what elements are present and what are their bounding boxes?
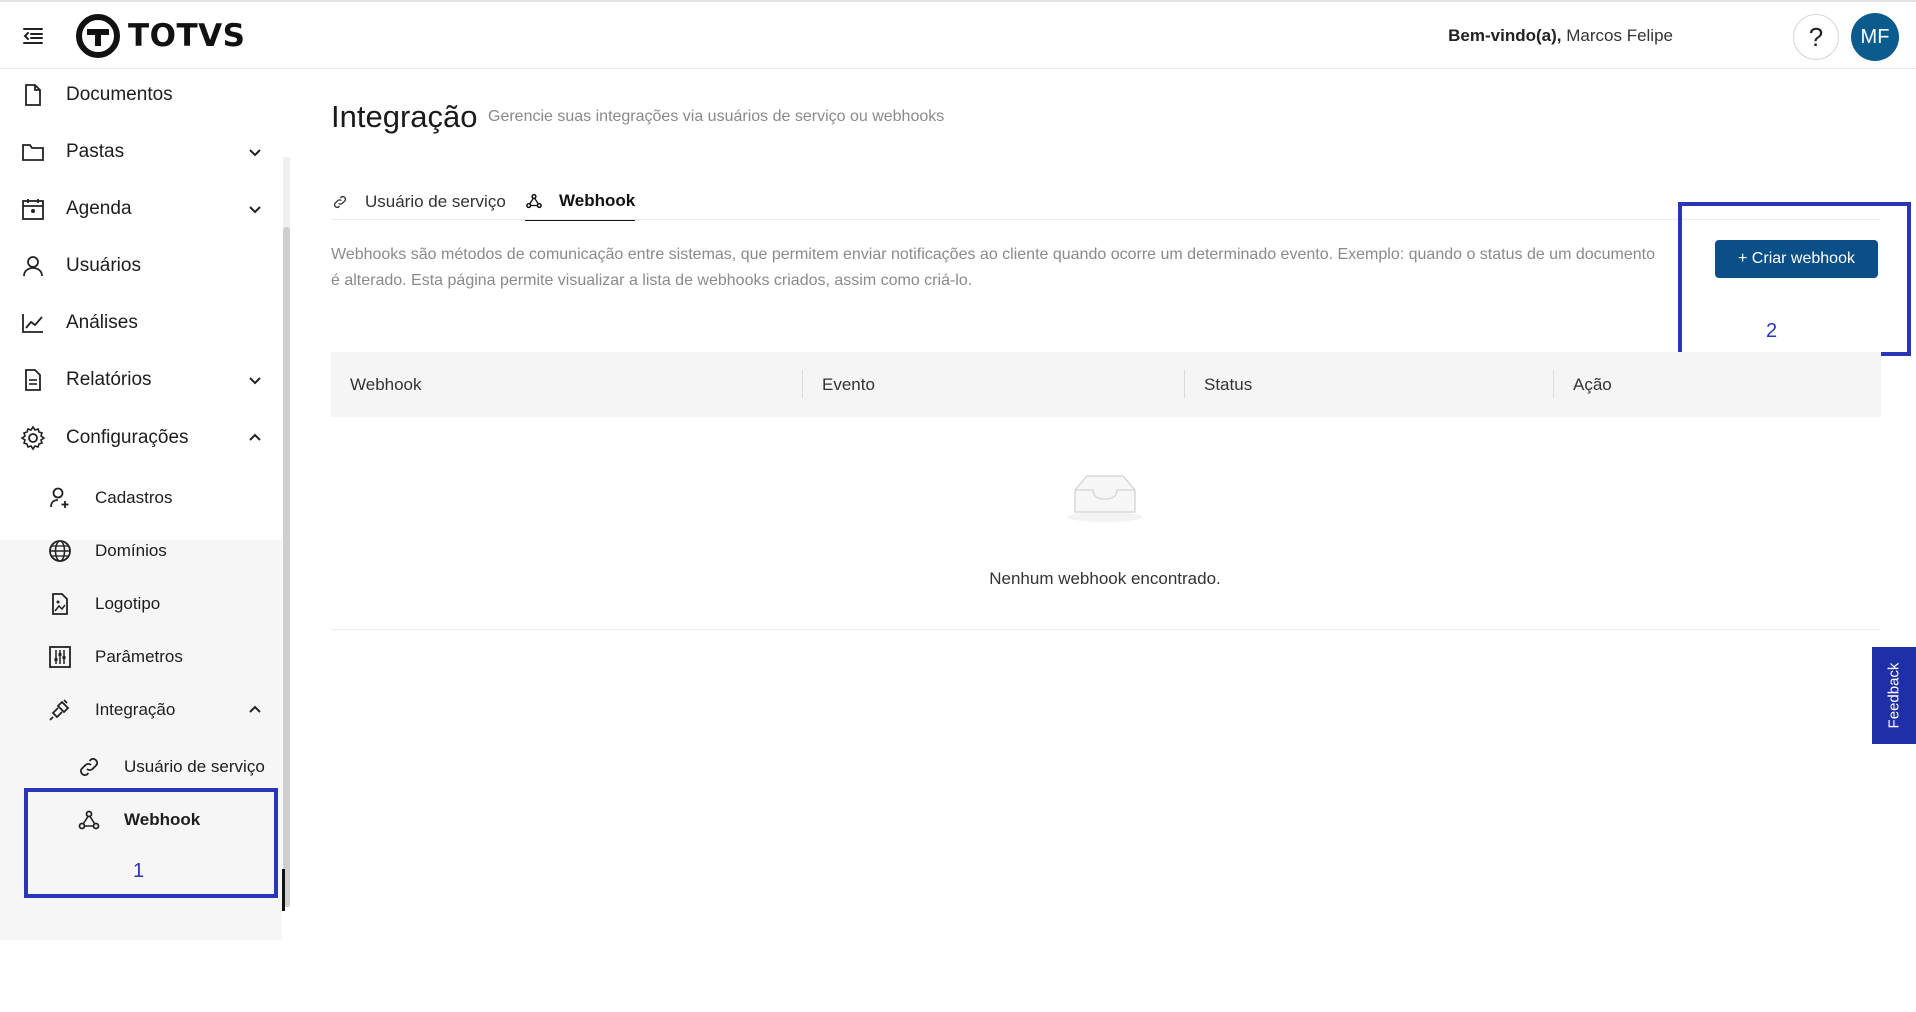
sidebar-subitem-label: Integração	[95, 700, 176, 719]
sliders-icon	[47, 644, 73, 670]
user-add-icon	[47, 485, 73, 511]
link-icon	[331, 193, 349, 211]
sidebar-item-label: Relatórios	[66, 369, 152, 390]
sidebar-item-configuracoes[interactable]: Configurações	[0, 412, 282, 464]
welcome-message: Bem-vindo(a), Marcos Felipe	[1448, 26, 1673, 46]
table-bottom-border	[331, 629, 1881, 630]
empty-state-message: Nenhum webhook encontrado.	[989, 569, 1221, 588]
tab-webhook[interactable]: Webhook	[525, 183, 636, 221]
annotation-number-2: 2	[1766, 320, 1778, 342]
webhook-table-header: Webhook Evento Status Ação	[331, 352, 1881, 417]
globe-icon	[47, 538, 73, 564]
sidebar-subitem-usuario-servico[interactable]: Usuário de serviço	[0, 743, 282, 791]
chevron-up-icon	[249, 433, 261, 441]
column-header-status: Status	[1204, 374, 1253, 394]
calendar-icon	[20, 196, 46, 222]
tab-usuario-servico[interactable]: Usuário de serviço	[331, 183, 506, 221]
sidebar-item-analises[interactable]: Análises	[0, 297, 282, 349]
feedback-tab[interactable]: Feedback	[1872, 647, 1916, 744]
chevron-down-icon	[249, 149, 261, 157]
report-icon	[20, 367, 46, 393]
sidebar-subitem-parametros[interactable]: Parâmetros	[0, 633, 282, 681]
chevron-down-icon	[249, 206, 261, 214]
document-icon	[20, 82, 46, 108]
sidebar-subitem-cadastros[interactable]: Cadastros	[0, 474, 282, 522]
sidebar-item-agenda[interactable]: Agenda	[0, 183, 282, 235]
sidebar-item-documentos[interactable]: Documentos	[0, 69, 282, 121]
user-avatar[interactable]: MF	[1851, 13, 1899, 61]
sidebar-subitem-dominios[interactable]: Domínios	[0, 527, 282, 575]
sidebar-item-usuarios[interactable]: Usuários	[0, 240, 282, 292]
logo-text: TOTVS	[128, 18, 246, 54]
plug-icon	[47, 697, 73, 723]
sidebar-item-label: Usuários	[66, 255, 141, 276]
annotation-box-1	[24, 788, 278, 898]
folder-icon	[20, 139, 46, 165]
sidebar-subitem-label: Cadastros	[95, 488, 173, 507]
totvs-logo[interactable]: TOTVS	[76, 14, 245, 58]
column-header-webhook: Webhook	[350, 374, 422, 394]
chevron-down-icon	[249, 377, 261, 385]
empty-inbox-icon	[1067, 475, 1143, 522]
sidebar-subitem-integracao[interactable]: Integração	[0, 686, 282, 734]
totvs-logo-icon	[76, 14, 120, 58]
column-divider	[1184, 370, 1185, 398]
user-name: Marcos Felipe	[1566, 26, 1673, 45]
user-icon	[20, 253, 46, 279]
sidebar-item-label: Documentos	[66, 84, 173, 105]
sidebar-subitem-label: Parâmetros	[95, 647, 183, 666]
webhook-description: Webhooks são métodos de comunicação entr…	[331, 246, 1656, 289]
sidebar-subitem-label: Logotipo	[95, 594, 161, 613]
sidebar-item-label: Pastas	[66, 141, 125, 162]
top-bar: TOTVS Bem-vindo(a), Marcos Felipe ? MF	[0, 0, 1916, 69]
gear-icon	[20, 425, 46, 451]
column-header-acao: Ação	[1573, 374, 1612, 394]
page-subtitle: Gerencie suas integrações via usuários d…	[488, 108, 945, 125]
sidebar-subitem-label: Domínios	[95, 541, 167, 560]
line-chart-icon	[20, 310, 46, 336]
tabs-divider	[331, 219, 1881, 220]
sidebar-item-label: Configurações	[66, 427, 189, 448]
help-button[interactable]: ?	[1793, 14, 1839, 60]
sidebar-item-label: Análises	[66, 312, 138, 333]
image-file-icon	[47, 591, 73, 617]
column-header-evento: Evento	[822, 374, 875, 394]
column-divider	[802, 370, 803, 398]
feedback-label: Feedback	[1885, 662, 1903, 729]
sidebar-subitem-label: Usuário de serviço	[124, 757, 265, 776]
page-title: Integração	[331, 99, 478, 134]
sidebar-item-pastas[interactable]: Pastas	[0, 126, 282, 178]
menu-collapse-icon[interactable]	[20, 24, 48, 48]
annotation-number-1: 1	[133, 860, 145, 882]
link-icon	[76, 754, 102, 780]
welcome-prefix: Bem-vindo(a),	[1448, 26, 1562, 45]
annotation-box-2	[1678, 202, 1911, 356]
sidebar-scrollbar-thumb[interactable]	[283, 227, 290, 907]
sidebar-item-label: Agenda	[66, 198, 132, 219]
tab-label: Usuário de serviço	[365, 192, 506, 211]
column-divider	[1553, 370, 1554, 398]
tab-label: Webhook	[559, 191, 636, 210]
active-item-indicator	[282, 869, 285, 911]
chevron-up-icon	[249, 705, 261, 713]
webhook-icon	[525, 192, 543, 210]
sidebar-item-relatorios[interactable]: Relatórios	[0, 354, 282, 406]
